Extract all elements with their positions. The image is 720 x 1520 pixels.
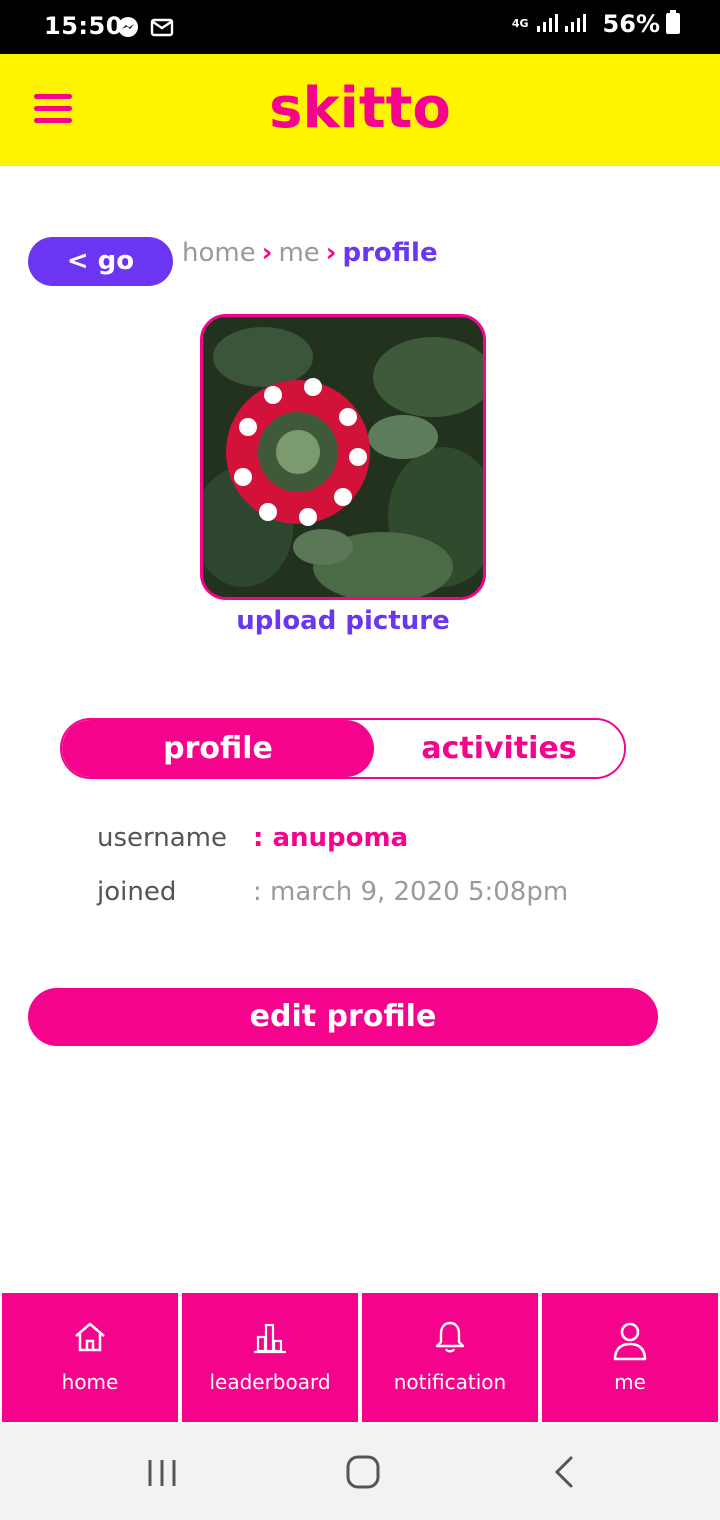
app-logo[interactable]: skitto xyxy=(0,76,720,141)
nav-me[interactable]: me xyxy=(542,1293,718,1422)
breadcrumb-home[interactable]: home xyxy=(182,238,256,268)
nav-notification[interactable]: notification xyxy=(362,1293,538,1422)
joined-label: joined xyxy=(97,877,177,907)
signal-icon xyxy=(535,10,589,38)
nav-label-leaderboard: leaderboard xyxy=(209,1370,331,1394)
leaderboard-icon xyxy=(254,1323,286,1354)
battery-icon xyxy=(666,10,680,38)
profile-tabs: profile activities xyxy=(60,718,626,779)
breadcrumb: home › me › profile xyxy=(182,238,438,268)
bottom-navigation: home leaderboard notification me xyxy=(0,1290,720,1424)
nav-home[interactable]: home xyxy=(2,1293,178,1422)
network-type: 4G xyxy=(511,17,529,30)
app-header: skitto xyxy=(0,54,720,166)
joined-value: : march 9, 2020 5:08pm xyxy=(253,877,569,907)
username-row: username : anupoma xyxy=(97,823,408,853)
mail-icon xyxy=(150,15,174,39)
nav-label-me: me xyxy=(614,1370,646,1394)
status-bar: 15:50 4G 56% xyxy=(0,0,720,54)
flower-photo xyxy=(203,317,483,597)
nav-label-home: home xyxy=(61,1370,119,1394)
breadcrumb-separator: › xyxy=(325,238,337,268)
go-back-button[interactable]: < go back xyxy=(28,237,173,324)
username-value: : anupoma xyxy=(253,823,409,853)
tab-profile[interactable]: profile xyxy=(62,720,374,777)
username-label: username xyxy=(97,823,227,853)
messenger-icon xyxy=(116,15,140,39)
upload-picture-link[interactable]: upload picture xyxy=(200,606,486,636)
breadcrumb-separator: › xyxy=(261,238,273,268)
nav-label-notification: notification xyxy=(393,1370,507,1394)
system-navigation-bar xyxy=(0,1424,720,1520)
home-circle-icon[interactable] xyxy=(343,1452,383,1492)
breadcrumb-me[interactable]: me xyxy=(278,238,319,268)
profile-picture[interactable] xyxy=(200,314,486,600)
bell-icon xyxy=(435,1321,465,1353)
tab-activities[interactable]: activities xyxy=(374,720,624,777)
nav-leaderboard[interactable]: leaderboard xyxy=(182,1293,358,1422)
recents-icon[interactable] xyxy=(142,1452,182,1492)
back-icon[interactable] xyxy=(545,1452,585,1492)
breadcrumb-profile: profile xyxy=(342,238,438,268)
battery-percent: 56% xyxy=(602,10,660,38)
status-time: 15:50 xyxy=(44,12,123,40)
joined-row: joined : march 9, 2020 5:08pm xyxy=(97,877,568,907)
home-icon xyxy=(75,1322,105,1352)
user-icon xyxy=(613,1322,647,1361)
edit-profile-button[interactable]: edit profile xyxy=(28,988,658,1046)
